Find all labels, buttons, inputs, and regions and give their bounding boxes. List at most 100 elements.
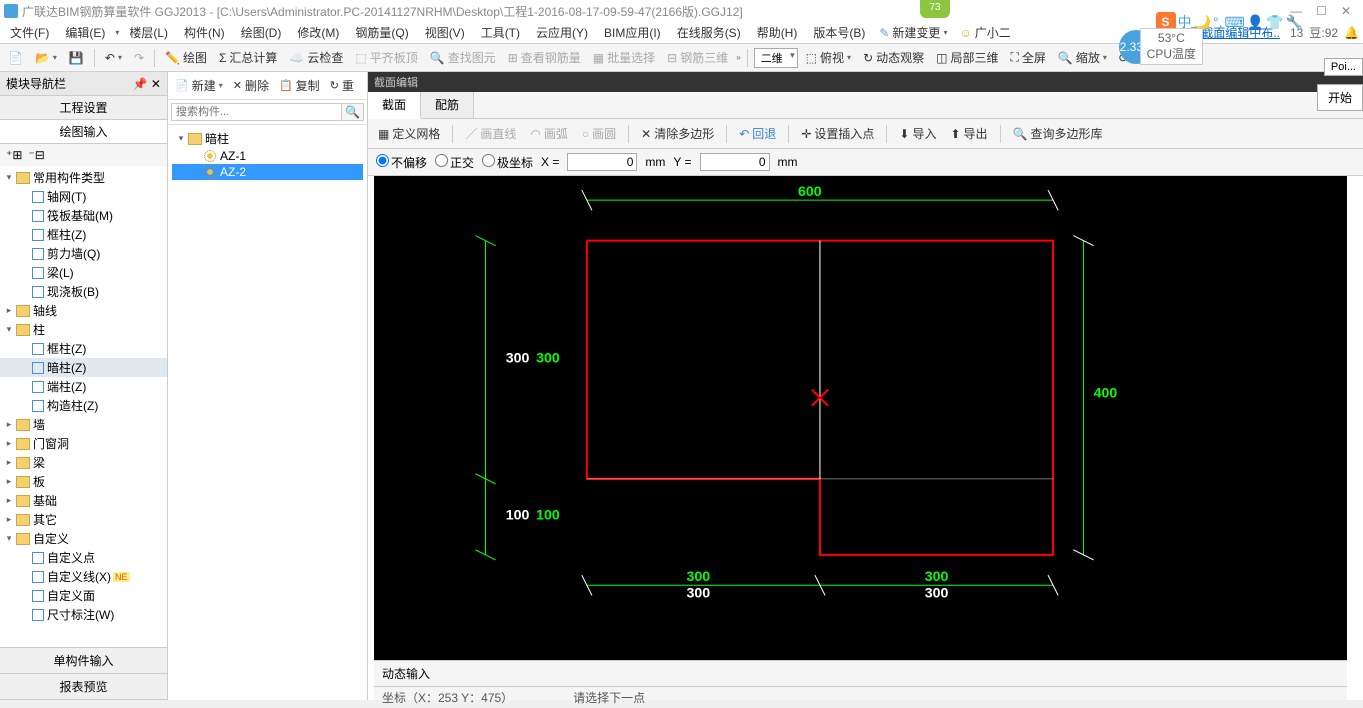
shirt-icon[interactable]: 👕 <box>1266 14 1283 31</box>
tree-custom-point[interactable]: 自定义点 <box>47 549 95 566</box>
tree-custom-face[interactable]: 自定义面 <box>47 587 95 604</box>
tree-beam2[interactable]: 梁 <box>33 454 45 471</box>
dim-mode-combo[interactable]: 二维 <box>754 48 798 68</box>
menu-tool[interactable]: 工具(T) <box>475 22 526 43</box>
menu-help[interactable]: 帮助(H) <box>751 22 804 43</box>
tree-foundation[interactable]: 基础 <box>33 492 57 509</box>
radio-noshift[interactable]: 不偏移 <box>376 154 427 171</box>
save-button[interactable]: 💾 <box>65 49 88 67</box>
search-input[interactable] <box>171 103 342 121</box>
menu-component[interactable]: 构件(N) <box>178 22 231 43</box>
tree-common[interactable]: 常用构件类型 <box>33 169 105 186</box>
y-input[interactable] <box>700 153 770 171</box>
draw-circle-button[interactable]: ○ 画圆 <box>578 123 620 144</box>
search-button[interactable]: 🔍 <box>342 103 364 121</box>
reset-button[interactable]: ↻重 <box>326 75 358 96</box>
new-change-button[interactable]: ✎新建变更▾ <box>875 22 951 43</box>
tree-column[interactable]: 柱 <box>33 321 45 338</box>
person-icon[interactable]: 👤 <box>1247 14 1264 31</box>
copy-component-button[interactable]: 📋复制 <box>275 75 324 96</box>
tree-custom-line[interactable]: 自定义线(X) <box>47 568 111 585</box>
x-input[interactable] <box>567 153 637 171</box>
maximize-button[interactable]: ☐ <box>1316 4 1327 18</box>
tree-frame-col[interactable]: 框柱(Z) <box>47 226 86 243</box>
menu-edit[interactable]: 编辑(E) <box>59 22 111 43</box>
sum-button[interactable]: Σ 汇总计算 <box>215 47 281 68</box>
punct-icon[interactable]: °, <box>1213 14 1223 30</box>
wrench-icon[interactable]: 🔧 <box>1286 14 1303 31</box>
new-component-button[interactable]: 📄新建▾ <box>171 75 227 96</box>
dynamic-input-label[interactable]: 动态输入 <box>374 661 1347 687</box>
import-button[interactable]: ⬇ 导入 <box>895 123 940 144</box>
fullscreen-button[interactable]: ⛶ 全屏 <box>1007 47 1050 68</box>
tree-opening[interactable]: 门窗洞 <box>33 435 69 452</box>
tab-section[interactable]: 截面 <box>368 92 421 119</box>
comp-az2[interactable]: AZ-2 <box>220 165 246 179</box>
tree-custom-dim[interactable]: 尺寸标注(W) <box>47 606 114 623</box>
menu-cloud[interactable]: 云应用(Y) <box>530 22 594 43</box>
undo-draw-button[interactable]: ↶ 回退 <box>735 123 780 144</box>
draw-button[interactable]: ✏️绘图 <box>161 47 211 68</box>
tree-slab2[interactable]: 板 <box>33 473 45 490</box>
set-insert-button[interactable]: ✛ 设置插入点 <box>797 123 878 144</box>
export-button[interactable]: ⬆ 导出 <box>946 123 991 144</box>
tab-project-settings[interactable]: 工程设置 <box>0 96 167 120</box>
menu-bim[interactable]: BIM应用(I) <box>598 22 667 43</box>
bell-icon[interactable]: 🔔 <box>1344 26 1359 40</box>
tree-shear-wall[interactable]: 剪力墙(Q) <box>47 245 100 262</box>
menu-modify[interactable]: 修改(M) <box>291 22 345 43</box>
define-grid-button[interactable]: ▦ 定义网格 <box>374 123 444 144</box>
menu-online[interactable]: 在线服务(S) <box>671 22 747 43</box>
delete-component-button[interactable]: ✕删除 <box>229 75 273 96</box>
query-polygon-button[interactable]: 🔍 查询多边形库 <box>1009 123 1107 144</box>
tab-rebar[interactable]: 配筋 <box>421 92 474 118</box>
draw-arc-button[interactable]: ◠ 画弧 <box>526 123 572 144</box>
tree-col-hidden[interactable]: 暗柱(Z) <box>47 359 86 376</box>
tree-other[interactable]: 其它 <box>33 511 57 528</box>
tree-col-frame[interactable]: 框柱(Z) <box>47 340 86 357</box>
collapse-all-icon[interactable]: ⁻⊟ <box>28 148 44 162</box>
menu-floor[interactable]: 楼层(L) <box>123 22 174 43</box>
top-view-button[interactable]: ⬚ 俯视▾ <box>802 47 855 68</box>
tab-single-input[interactable]: 单构件输入 <box>0 648 167 674</box>
tree-wall[interactable]: 墙 <box>33 416 45 433</box>
menu-view[interactable]: 视图(V) <box>419 22 471 43</box>
tab-draw-input[interactable]: 绘图输入 <box>0 120 167 144</box>
redo-button[interactable]: ↷ <box>130 49 148 67</box>
clear-polygon-button[interactable]: ✕ 清除多边形 <box>637 123 718 144</box>
align-top-button[interactable]: ⬚ 平齐板顶 <box>351 47 421 68</box>
tree-custom[interactable]: 自定义 <box>33 530 69 547</box>
comp-root[interactable]: 暗柱 <box>205 130 229 147</box>
radio-polar[interactable]: 极坐标 <box>482 154 533 171</box>
expand-all-icon[interactable]: ⁺⊞ <box>6 148 22 162</box>
tree-raft[interactable]: 筏板基础(M) <box>47 207 113 224</box>
open-button[interactable]: 📂▾ <box>31 49 61 67</box>
menu-version[interactable]: 版本号(B) <box>807 22 871 43</box>
drawing-canvas[interactable]: 600 400 300 300 100 100 <box>374 176 1347 660</box>
pin-icon[interactable]: 📌 ✕ <box>133 77 161 91</box>
cloud-check-button[interactable]: ☁️云检查 <box>285 47 347 68</box>
find-button[interactable]: 🔍查找图元 <box>426 47 500 68</box>
user-button[interactable]: ☺广小二 <box>955 22 1014 43</box>
close-button[interactable]: ✕ <box>1341 4 1351 18</box>
batch-select-button[interactable]: ▦ 批量选择 <box>589 47 659 68</box>
tree-beam[interactable]: 梁(L) <box>47 264 74 281</box>
tab-report-preview[interactable]: 报表预览 <box>0 674 167 700</box>
comp-az1[interactable]: AZ-1 <box>220 149 246 163</box>
menu-file[interactable]: 文件(F) <box>4 22 55 43</box>
partial-3d-button[interactable]: ◫ 局部三维 <box>932 47 1002 68</box>
tree-col-end[interactable]: 端柱(Z) <box>47 378 86 395</box>
tree-axis-line[interactable]: 轴线 <box>33 302 57 319</box>
start-button[interactable]: 开始 <box>1317 84 1363 111</box>
menu-draw[interactable]: 绘图(D) <box>235 22 288 43</box>
tree-axis-grid[interactable]: 轴网(T) <box>47 188 86 205</box>
rebar-3d-button[interactable]: ⊟ 钢筋三维 <box>663 47 732 68</box>
undo-button[interactable]: ↶▾ <box>101 49 126 67</box>
cpu-temp-widget[interactable]: 53°C CPU温度 <box>1140 28 1203 65</box>
menu-rebar[interactable]: 钢筋量(Q) <box>349 22 414 43</box>
view-rebar-button[interactable]: ⊞ 查看钢筋量 <box>504 47 585 68</box>
tree-slab[interactable]: 现浇板(B) <box>47 283 99 300</box>
radio-ortho[interactable]: 正交 <box>435 154 474 171</box>
draw-line-button[interactable]: ／画直线 <box>461 123 520 144</box>
zoom-button[interactable]: 🔍缩放▾ <box>1054 47 1111 68</box>
